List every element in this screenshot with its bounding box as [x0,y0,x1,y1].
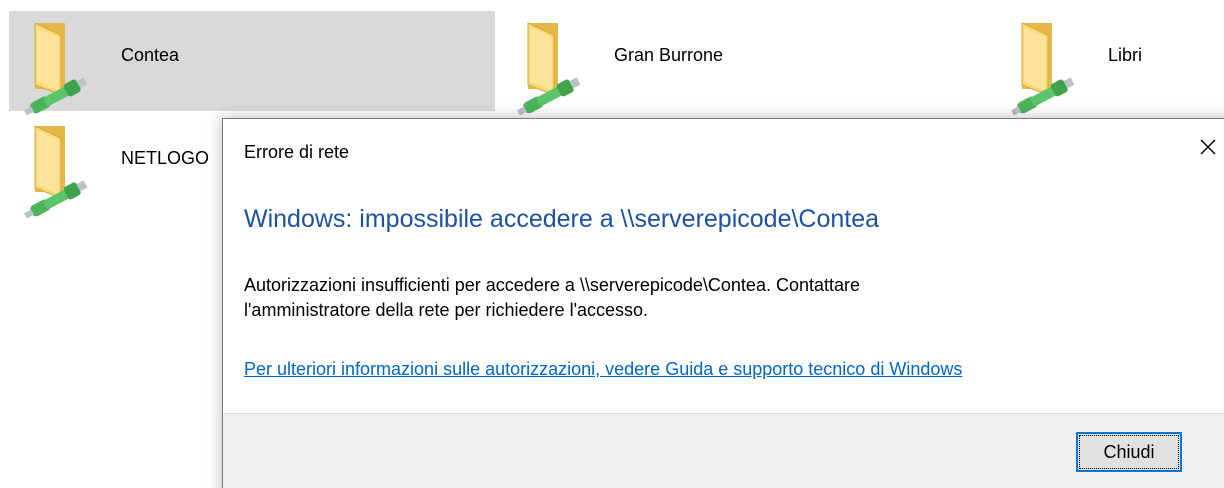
network-share-folder-icon [514,15,590,115]
network-error-dialog: Errore di rete Windows: impossibile acce… [222,118,1224,488]
dialog-title: Errore di rete [244,142,350,162]
error-message-line: l'amministratore della rete per richiede… [244,300,649,320]
share-item-gran-burrone[interactable]: Gran Burrone [502,11,988,115]
help-link[interactable]: Per ulteriori informazioni sulle autoriz… [244,359,962,380]
share-item-contea[interactable]: Contea [9,11,495,115]
share-label: Gran Burrone [614,45,724,65]
error-message: Autorizzazioni insufficienti per acceder… [244,273,1144,323]
network-share-folder-icon [21,15,97,115]
network-share-folder-icon [21,118,97,218]
close-icon [1200,139,1216,155]
explorer-window: Contea Gran Burrone Libri NETLOGO Errore… [0,0,1224,488]
share-label: Contea [121,45,180,65]
share-label: NETLOGO [121,148,210,168]
main-instruction: Windows: impossibile accedere a \\server… [244,205,880,233]
chiudi-button[interactable]: Chiudi [1076,432,1182,472]
share-item-libri[interactable]: Libri [996,11,1224,115]
error-message-line: Autorizzazioni insufficienti per acceder… [244,275,861,295]
network-share-folder-icon [1008,15,1084,115]
dialog-close-button[interactable] [1185,119,1224,175]
dialog-footer: Chiudi [223,413,1224,488]
share-label: Libri [1108,45,1143,65]
